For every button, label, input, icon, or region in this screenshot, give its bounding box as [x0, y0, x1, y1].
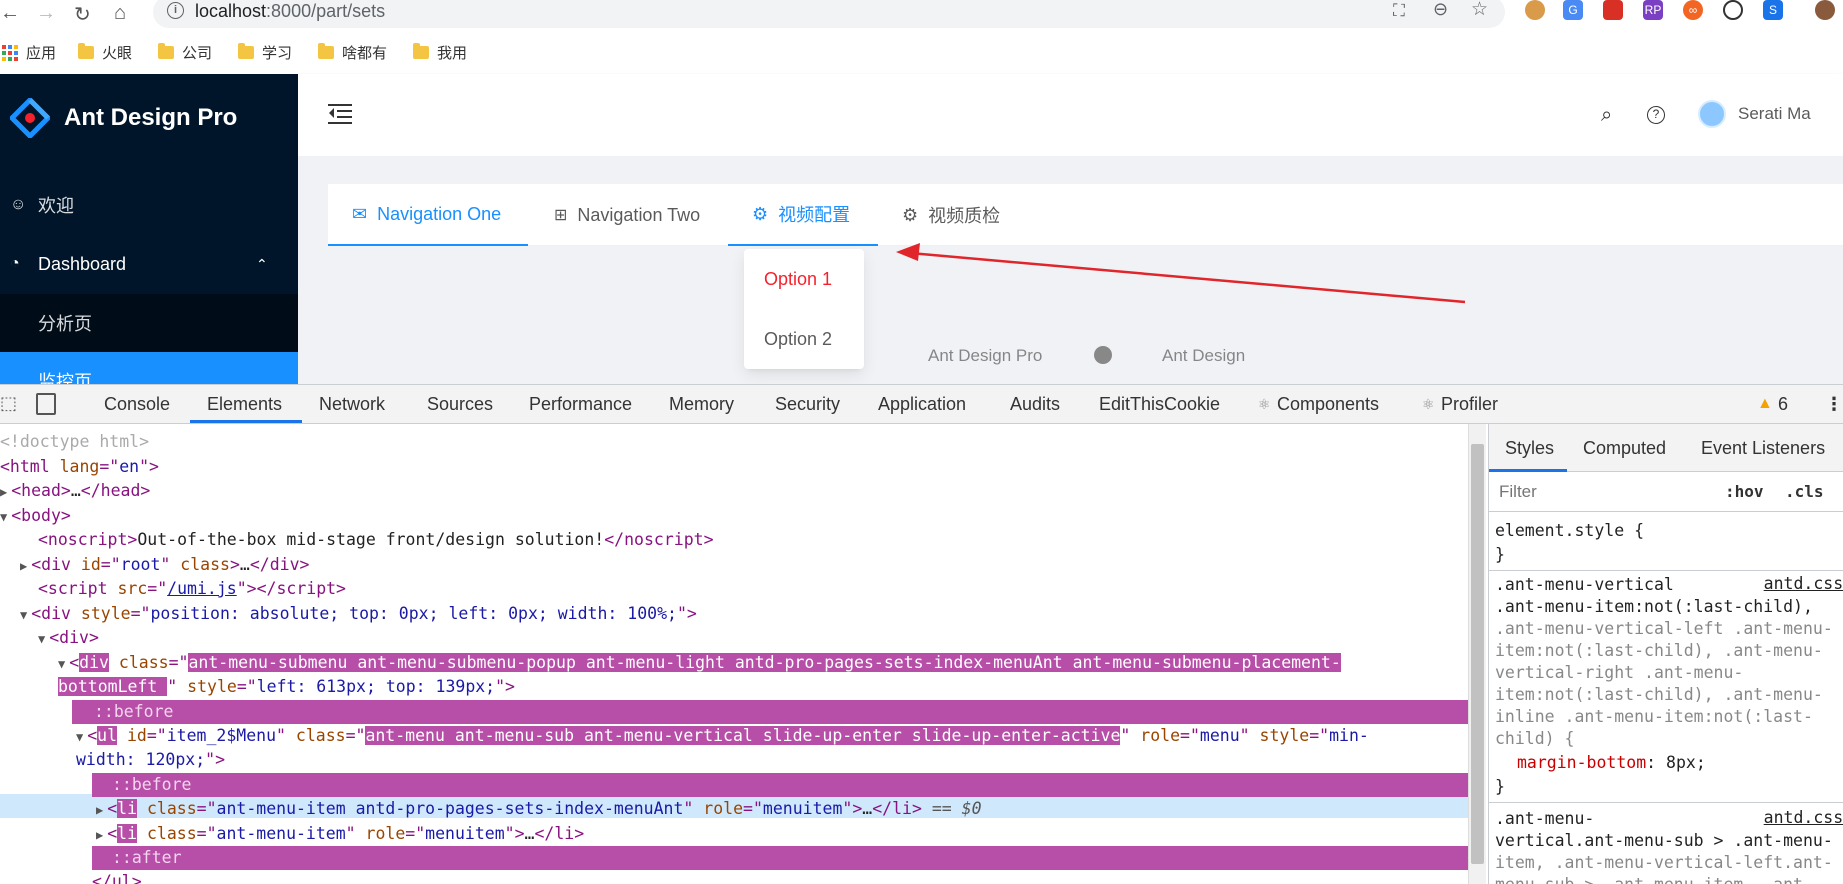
styles-filter-input[interactable]: [1493, 478, 1703, 506]
doctype: <!doctype html>: [0, 432, 150, 451]
rule1-selector[interactable]: inline .ant-menu-item:not(:last-: [1495, 706, 1813, 728]
tab-memory[interactable]: Memory: [669, 394, 734, 415]
dom-line[interactable]: ▶ <li class="ant-menu-item" role="menuite…: [96, 822, 584, 846]
dom-line[interactable]: <noscript>Out-of-the-box mid-stage front…: [38, 528, 714, 552]
dom-line[interactable]: </ul>: [92, 870, 142, 884]
rule1-selector[interactable]: .ant-menu-vertical-left .ant-menu-: [1495, 618, 1833, 640]
cls-toggle[interactable]: .cls: [1785, 482, 1824, 501]
dom-line[interactable]: ▶ <head>…</head>: [0, 479, 150, 503]
li2-class: ant-menu-item: [216, 824, 346, 843]
dom-line[interactable]: ▶ <div id="root" class>…</div>: [20, 553, 309, 577]
tab-network[interactable]: Network: [319, 394, 385, 415]
dom-line[interactable]: bottomLeft " style="left: 613px; top: 13…: [58, 675, 515, 699]
styles-pane: Styles Computed Event Listeners :hov .cl…: [1488, 424, 1843, 884]
rule1-selector[interactable]: item:not(:last-child), .ant-menu-: [1495, 640, 1823, 662]
li-role: menuitem: [762, 799, 843, 818]
hov-toggle[interactable]: :hov: [1725, 482, 1764, 501]
dom-line[interactable]: ▼ <body>: [0, 504, 71, 528]
device-toolbar-icon[interactable]: [36, 393, 56, 415]
rule1-selector[interactable]: .ant-menu-item:not(:last-child),: [1495, 596, 1813, 618]
divider: [1489, 570, 1843, 571]
dom-line[interactable]: ▼ <ul id="item_2$Menu" class="ant-menu an…: [76, 724, 1369, 748]
dom-line[interactable]: <script src="/umi.js"></script>: [38, 577, 346, 601]
rule1-source-link[interactable]: antd.css:4: [1764, 574, 1843, 593]
ul-id: item_2$Menu: [166, 726, 277, 745]
tab-profiler[interactable]: Profiler: [1441, 394, 1498, 415]
tab-console[interactable]: Console: [104, 394, 170, 415]
more-options-icon[interactable]: ⋮: [1825, 394, 1843, 415]
noscript-text: Out-of-the-box mid-stage front/design so…: [137, 530, 605, 549]
rule2-selector[interactable]: menu-sub > .ant-menu-item, .ant-: [1495, 874, 1813, 884]
tab-sources[interactable]: Sources: [427, 394, 493, 415]
css-value: 8px;: [1666, 753, 1706, 772]
root-id: root: [120, 555, 161, 574]
dom-line[interactable]: <!doctype html>: [0, 430, 149, 454]
dom-line[interactable]: <html lang="en">: [0, 455, 159, 479]
tab-application[interactable]: Application: [878, 394, 966, 415]
rule1-selector[interactable]: .ant-menu-vertical: [1495, 574, 1674, 596]
css-property: margin-bottom: [1517, 753, 1647, 772]
css-declaration[interactable]: margin-bottom: 8px;: [1517, 752, 1706, 774]
submenu-class-cont: bottomLeft: [58, 677, 168, 696]
after-pseudo[interactable]: ::after: [92, 846, 1468, 870]
tab-computed[interactable]: Computed: [1583, 438, 1666, 459]
script-src-link[interactable]: /umi.js: [167, 579, 237, 598]
css-brace: }: [1495, 777, 1505, 796]
tab-event-listeners[interactable]: Event Listeners: [1701, 438, 1825, 459]
tab-editthiscookie[interactable]: EditThisCookie: [1099, 394, 1220, 415]
before-pseudo[interactable]: ::before: [72, 700, 1468, 724]
rule1-selector[interactable]: vertical-right .ant-menu-: [1495, 662, 1743, 684]
rule2-selector[interactable]: .ant-menu-: [1495, 808, 1594, 830]
dom-line[interactable]: ▶ <li class="ant-menu-item antd-pro-pages…: [96, 797, 982, 821]
li1-class: ant-menu-item antd-pro-pages-sets-index-…: [216, 799, 684, 818]
ul-role: menu: [1199, 726, 1240, 745]
rule2-selector[interactable]: item, .ant-menu-vertical-left.ant-: [1495, 852, 1833, 874]
active-tab-indicator: [190, 420, 302, 423]
filter-row: :hov .cls: [1489, 472, 1843, 512]
styles-tabbar: Styles Computed Event Listeners: [1489, 424, 1843, 472]
div-style: position: absolute; top: 0px; left: 0px;…: [150, 604, 677, 623]
elements-scrollbar[interactable]: [1468, 424, 1486, 884]
rule1-selector[interactable]: child) {: [1495, 728, 1574, 750]
dom-line[interactable]: ▼ <div class="ant-menu-submenu ant-menu-s…: [58, 651, 1341, 675]
tab-styles[interactable]: Styles: [1505, 438, 1554, 459]
ul-style-cont: width: 120px;: [76, 750, 206, 769]
devtools-tabbar: ⬚ Console Elements Network Sources Perfo…: [0, 384, 1843, 424]
warning-icon[interactable]: ▲: [1757, 395, 1773, 413]
submenu-style: left: 613px; top: 139px;: [256, 677, 496, 696]
ul-style: min-: [1329, 726, 1369, 745]
css-brace: }: [1495, 545, 1505, 564]
warning-count[interactable]: 6: [1778, 394, 1788, 415]
element-style-rule[interactable]: element.style {: [1495, 520, 1644, 542]
ul-class: ant-menu ant-menu-sub ant-menu-vertical …: [365, 726, 1121, 745]
react-icon: ⚛: [1422, 396, 1435, 412]
rule1-selector[interactable]: item:not(:last-child), .ant-menu-: [1495, 684, 1823, 706]
inspect-element-icon[interactable]: ⬚: [0, 393, 17, 414]
selected-marker: == $0: [931, 799, 982, 818]
submenu-class: ant-menu-submenu ant-menu-submenu-popup …: [188, 653, 1341, 672]
rule2-selector[interactable]: vertical.ant-menu-sub > .ant-menu-: [1495, 830, 1833, 852]
tab-performance[interactable]: Performance: [529, 394, 632, 415]
tab-security[interactable]: Security: [775, 394, 840, 415]
scrollbar-thumb[interactable]: [1471, 444, 1484, 864]
li-role: menuitem: [425, 824, 505, 843]
react-icon: ⚛: [1258, 396, 1271, 412]
rule2-source-link[interactable]: antd.css:4: [1764, 808, 1843, 827]
dom-line[interactable]: ▼ <div style="position: absolute; top: 0p…: [20, 602, 697, 626]
tab-audits[interactable]: Audits: [1010, 394, 1060, 415]
before-pseudo[interactable]: ::before: [92, 773, 1468, 797]
tab-components[interactable]: Components: [1277, 394, 1379, 415]
tab-elements[interactable]: Elements: [207, 394, 282, 415]
dom-line[interactable]: width: 120px;">: [76, 748, 225, 772]
dom-tree: <!doctype html> <html lang="en"> ▶ <head>…: [0, 424, 1468, 884]
divider: [1489, 802, 1843, 803]
dom-line[interactable]: ▼ <div>: [38, 626, 99, 650]
